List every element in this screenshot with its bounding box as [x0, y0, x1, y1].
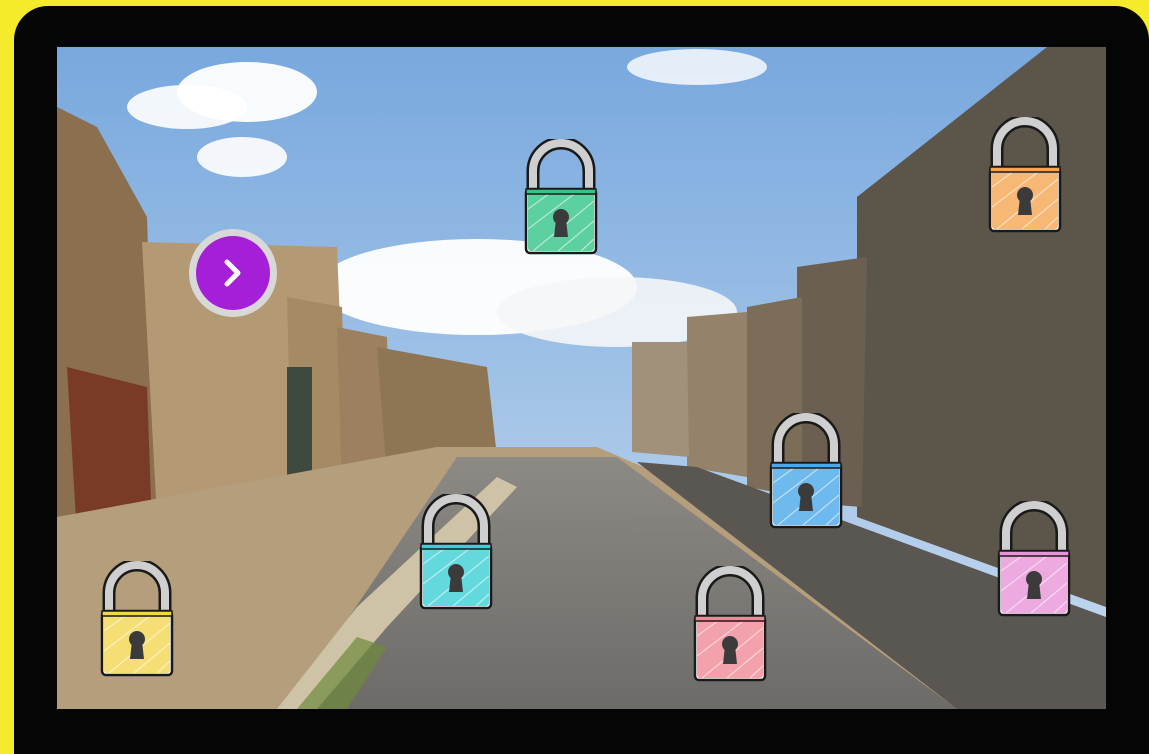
padlock-icon	[769, 413, 843, 529]
padlock-icon	[419, 494, 493, 610]
padlock-cyan[interactable]	[418, 494, 494, 612]
padlock-pink[interactable]	[996, 501, 1072, 619]
chevron-right-icon	[224, 259, 241, 287]
padlock-green[interactable]	[523, 139, 599, 257]
padlock-icon	[524, 139, 598, 255]
padlock-blue[interactable]	[768, 413, 844, 531]
padlock-red[interactable]	[692, 566, 768, 684]
padlock-icon	[100, 561, 174, 677]
padlock-yellow[interactable]	[99, 561, 175, 679]
padlock-orange[interactable]	[987, 117, 1063, 235]
padlock-icon	[988, 117, 1062, 233]
padlock-icon	[997, 501, 1071, 617]
padlock-icon	[693, 566, 767, 682]
game-screen	[57, 47, 1106, 709]
next-button[interactable]	[189, 229, 277, 317]
